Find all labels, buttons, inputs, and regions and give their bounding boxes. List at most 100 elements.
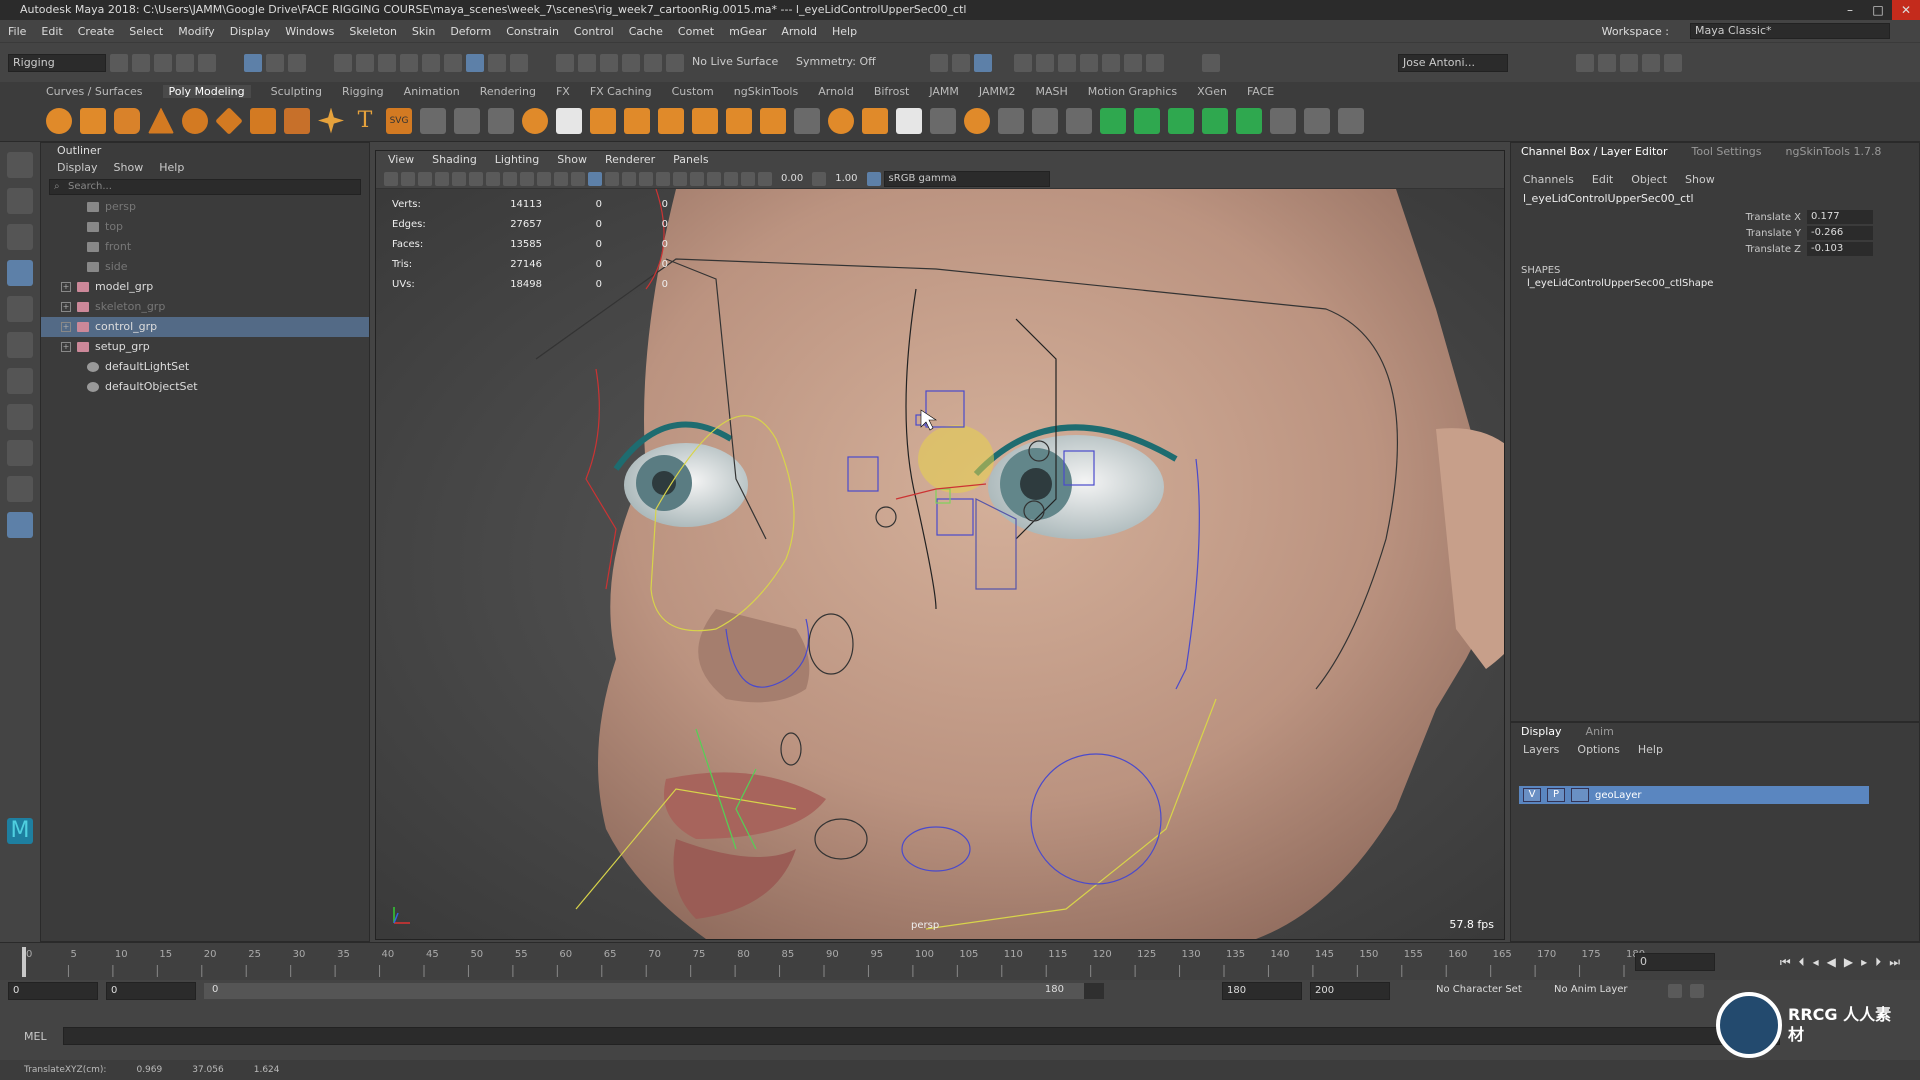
current-time-marker[interactable] [22, 947, 26, 977]
render-view-icon[interactable] [1014, 53, 1032, 72]
svg-tool-icon[interactable]: SVG [386, 107, 412, 134]
extrude-icon[interactable] [726, 107, 752, 134]
scale-tool-icon[interactable] [7, 332, 33, 358]
play-back-icon[interactable]: ◀ [1827, 955, 1836, 970]
shelf-tab-jamm[interactable]: JAMM [929, 85, 959, 98]
cylindrical-map-icon[interactable] [1168, 107, 1194, 134]
render-frame-icon[interactable] [1036, 53, 1054, 72]
auto-key-icon[interactable] [1690, 984, 1704, 998]
gate-mask-icon[interactable] [520, 171, 534, 186]
outliner-layout-icon[interactable] [7, 512, 33, 538]
last-tool-icon[interactable] [7, 368, 33, 394]
play-forward-icon[interactable]: ▶ [1844, 955, 1853, 970]
viewport-canvas[interactable]: Verts: 14113 0 0 Edges: 27657 0 0 Faces: 13585 0 0 T… [376, 189, 1504, 939]
resolution-gate-icon[interactable] [503, 171, 517, 186]
gamma-icon[interactable] [812, 171, 827, 186]
outliner-menu-show[interactable]: Show [114, 159, 144, 177]
menu-select[interactable]: Select [129, 25, 163, 38]
range-handle[interactable] [204, 983, 1084, 999]
target-weld-icon[interactable] [998, 107, 1024, 134]
boolean-icon[interactable] [658, 107, 684, 134]
uv-editor-icon[interactable] [1100, 107, 1126, 134]
mel-label[interactable]: MEL [24, 1030, 47, 1043]
snap-grid-icon[interactable] [334, 53, 352, 72]
outliner-item[interactable]: + control_grp [41, 317, 369, 337]
planar-map-icon[interactable] [1134, 107, 1160, 134]
shelf-tab-jamm2[interactable]: JAMM2 [979, 85, 1016, 98]
channel-value[interactable]: -0.103 [1807, 242, 1873, 256]
channel-box-icon[interactable] [1664, 53, 1682, 72]
hypershade-2-icon[interactable] [1124, 53, 1142, 72]
outliner-item[interactable]: side [41, 257, 369, 277]
wireframe-icon[interactable] [571, 171, 585, 186]
vp-menu-panels[interactable]: Panels [673, 151, 708, 169]
shelf-tab-ngskintools[interactable]: ngSkinTools [734, 85, 798, 98]
hik-icon[interactable] [1598, 53, 1616, 72]
outliner-item[interactable]: + skeleton_grp [41, 297, 369, 317]
film-gate-icon[interactable] [486, 171, 500, 186]
outliner-search-input[interactable]: ⌕ Search... [49, 179, 361, 195]
select-component-icon[interactable] [288, 53, 306, 72]
layer-display-type-toggle[interactable] [1571, 788, 1589, 802]
channel-row[interactable]: Translate Y -0.266 [1511, 225, 1919, 241]
append-icon[interactable] [794, 107, 820, 134]
shelf-tab-curves[interactable]: Curves / Surfaces [46, 85, 143, 98]
modeling-toolkit-icon[interactable] [1576, 53, 1594, 72]
paint-select-icon[interactable] [7, 224, 33, 250]
minimize-button[interactable]: – [1836, 0, 1864, 20]
input-output-icon[interactable] [510, 53, 528, 72]
close-button[interactable]: ✕ [1892, 0, 1920, 20]
current-frame-field[interactable]: 0 [1635, 953, 1715, 971]
field-chart-icon[interactable] [537, 171, 551, 186]
sew-icon[interactable] [1338, 107, 1364, 134]
super-shape-icon[interactable] [318, 107, 344, 134]
time-slider[interactable]: 0 5 10 15 20 25 30 35 40 45 50 55 60 65 70 75 80 85 90 95 10… [0, 942, 1920, 980]
outliner-item[interactable]: defaultObjectSet [41, 377, 369, 397]
tab-anim-layers[interactable]: Anim [1586, 723, 1614, 741]
step-forward-key-icon[interactable]: ⏵ [1875, 955, 1881, 970]
auto-map-icon[interactable] [1236, 107, 1262, 134]
menu-windows[interactable]: Windows [285, 25, 334, 38]
select-hierarchy-icon[interactable] [244, 53, 262, 72]
single-pane-icon[interactable] [7, 404, 33, 430]
menu-edit[interactable]: Edit [41, 25, 62, 38]
anti-alias-icon[interactable] [707, 171, 721, 186]
new-scene-icon[interactable] [110, 53, 128, 72]
vp-menu-view[interactable]: View [388, 151, 414, 169]
anim-end-field[interactable]: 200 [1310, 982, 1390, 1000]
menu-create[interactable]: Create [78, 25, 115, 38]
layer-visibility-toggle[interactable]: V [1523, 788, 1541, 802]
shelf-tab-animation[interactable]: Animation [404, 85, 460, 98]
outliner-item[interactable]: front [41, 237, 369, 257]
shadows-icon[interactable] [656, 171, 670, 186]
workspace-dropdown[interactable]: Maya Classic* [1690, 23, 1890, 39]
layer-playback-toggle[interactable]: P [1547, 788, 1565, 802]
slide-edge-icon[interactable] [1066, 107, 1092, 134]
color-space-dropdown[interactable]: sRGB gamma [883, 170, 1050, 187]
playback-start-field[interactable]: 0 [106, 982, 196, 1000]
sidebar-toggle-icon[interactable] [1202, 53, 1220, 72]
textured-icon[interactable] [622, 171, 636, 186]
poly-sphere-icon[interactable] [46, 107, 72, 134]
snap-point-icon[interactable] [378, 53, 396, 72]
hypershade-icon[interactable] [666, 53, 684, 72]
connect-icon[interactable] [1032, 107, 1058, 134]
layer-row-geo[interactable]: V P geoLayer [1519, 786, 1869, 804]
shelf-tab-rendering[interactable]: Rendering [480, 85, 536, 98]
menu-skeleton[interactable]: Skeleton [349, 25, 397, 38]
poly-plane-icon[interactable] [215, 106, 243, 135]
menu-mgear[interactable]: mGear [729, 25, 766, 38]
shelf-tab-custom[interactable]: Custom [672, 85, 714, 98]
shelf-tab-xgen[interactable]: XGen [1197, 85, 1227, 98]
step-forward-frame-icon[interactable]: ▸ [1861, 955, 1867, 970]
shelf-tab-bifrost[interactable]: Bifrost [874, 85, 910, 98]
cb-menu-object[interactable]: Object [1631, 173, 1667, 186]
anim-layer-dropdown[interactable]: No Anim Layer [1550, 982, 1660, 1000]
menu-file[interactable]: File [8, 25, 26, 38]
snap-curve-icon[interactable] [356, 53, 374, 72]
undo-icon[interactable] [176, 53, 194, 72]
four-pane-icon[interactable] [7, 440, 33, 466]
move-tool-icon[interactable] [7, 260, 33, 286]
character-set-dropdown[interactable]: No Character Set [1432, 982, 1542, 1000]
vp-menu-show[interactable]: Show [557, 151, 587, 169]
